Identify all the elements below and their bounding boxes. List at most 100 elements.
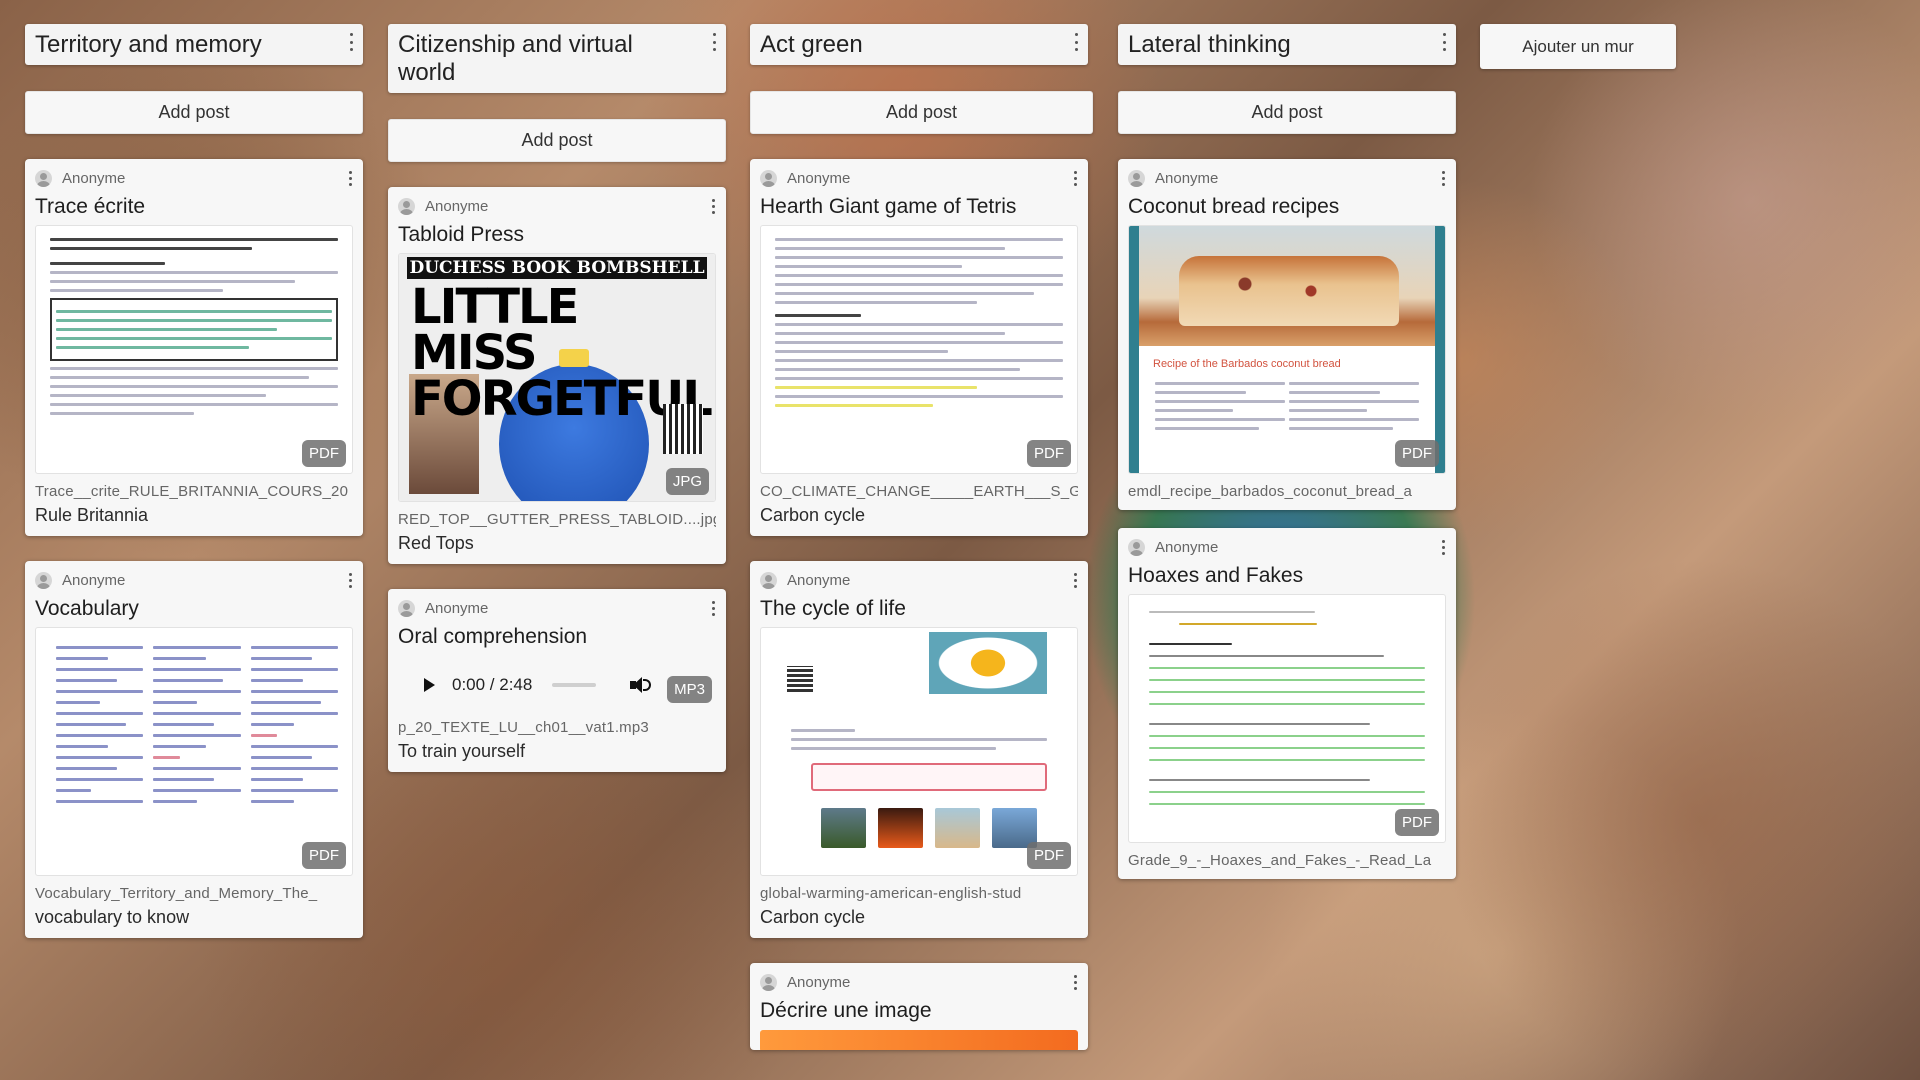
attachment-filename[interactable]: Grade_9_-_Hoaxes_and_Fakes_-_Read_La xyxy=(1128,852,1446,869)
pdf-preview[interactable]: PDF xyxy=(760,627,1078,876)
attachment-filename[interactable]: RED_TOP__GUTTER_PRESS_TABLOID....jpg xyxy=(398,511,716,528)
post-card[interactable]: Anonyme The cycle of life PDF global-war… xyxy=(750,561,1088,938)
column-title[interactable]: Lateral thinking xyxy=(1118,24,1456,65)
post-caption: Carbon cycle xyxy=(760,505,866,525)
post-author: Anonyme xyxy=(760,168,1078,188)
author-name: Anonyme xyxy=(787,169,851,187)
add-post-button[interactable]: Add post xyxy=(750,91,1093,134)
qr-code-icon xyxy=(663,404,703,454)
post-card[interactable]: Anonyme Coconut bread recipes Recipe of … xyxy=(1118,159,1456,510)
post-caption: To train yourself xyxy=(398,741,526,761)
avatar-icon xyxy=(760,169,777,187)
post-card[interactable]: Anonyme Hoaxes and Fakes PDF Grade_9_-_H… xyxy=(1118,528,1456,879)
pdf-preview[interactable]: PDF xyxy=(35,627,353,876)
audio-progress-slider[interactable] xyxy=(552,683,597,687)
post-menu-icon[interactable] xyxy=(1072,573,1078,588)
file-type-badge: PDF xyxy=(1395,440,1439,467)
attachment-filename[interactable]: emdl_recipe_barbados_coconut_bread_a xyxy=(1128,483,1446,500)
volume-icon[interactable] xyxy=(630,676,652,694)
post-author: Anonyme xyxy=(1128,168,1446,188)
avatar-icon xyxy=(1128,538,1145,556)
file-type-badge: PDF xyxy=(302,440,346,467)
column-menu-icon[interactable] xyxy=(1073,33,1079,51)
document-preview-image[interactable] xyxy=(760,1030,1078,1050)
document-preview-image xyxy=(56,638,338,867)
post-author: Anonyme xyxy=(398,196,716,216)
avatar-icon xyxy=(35,169,52,187)
padlet-board: Territory and memory Add post Anonyme Tr… xyxy=(0,0,1920,1080)
post-author: Anonyme xyxy=(1128,537,1446,557)
post-menu-icon[interactable] xyxy=(1072,975,1078,990)
pdf-preview[interactable]: Recipe of the Barbados coconut bread PDF xyxy=(1128,225,1446,474)
tabloid-big-headline: LITTLE MISS FORGETFUL xyxy=(411,279,713,427)
post-menu-icon[interactable] xyxy=(1440,540,1446,555)
post-card[interactable]: Anonyme Hearth Giant game of Tetris PDF … xyxy=(750,159,1088,536)
column-title[interactable]: Citizenship and virtual world xyxy=(388,24,726,93)
post-card[interactable]: Anonyme Décrire une image xyxy=(750,963,1088,1050)
file-type-badge: PDF xyxy=(1027,440,1071,467)
column-menu-icon[interactable] xyxy=(1441,33,1447,51)
column-title-text: Territory and memory xyxy=(35,31,262,58)
column-lateral-thinking: Lateral thinking Add post Anonyme Coconu… xyxy=(1118,24,1456,879)
post-menu-icon[interactable] xyxy=(710,199,716,214)
column-title[interactable]: Territory and memory xyxy=(25,24,363,65)
tabloid-cover-image: DUCHESS BOOK BOMBSHELL LITTLE MISS FORGE… xyxy=(399,254,715,501)
file-type-badge: PDF xyxy=(302,842,346,869)
post-card[interactable]: Anonyme Oral comprehension 0:00 / 2:48 M… xyxy=(388,589,726,772)
post-author: Anonyme xyxy=(398,598,716,618)
post-menu-icon[interactable] xyxy=(1072,171,1078,186)
post-card[interactable]: Anonyme Trace écrite PDF Trace__crite_RU… xyxy=(25,159,363,536)
post-card[interactable]: Anonyme Tabloid Press DUCHESS BOOK BOMBS… xyxy=(388,187,726,564)
audio-player[interactable]: 0:00 / 2:48 MP3 xyxy=(398,660,716,710)
file-type-badge: MP3 xyxy=(667,676,712,703)
post-title: The cycle of life xyxy=(760,597,906,620)
attachment-filename[interactable]: global-warming-american-english-stud xyxy=(760,885,1078,902)
attachment-filename[interactable]: Trace__crite_RULE_BRITANNIA_COURS_20 xyxy=(35,483,353,500)
post-author: Anonyme xyxy=(35,168,353,188)
bread-photo xyxy=(1139,226,1435,346)
avatar-icon xyxy=(35,571,52,589)
column-menu-icon[interactable] xyxy=(711,33,717,51)
post-menu-icon[interactable] xyxy=(347,573,353,588)
image-preview[interactable]: DUCHESS BOOK BOMBSHELL LITTLE MISS FORGE… xyxy=(398,253,716,502)
avatar-icon xyxy=(760,973,777,991)
column-menu-icon[interactable] xyxy=(348,33,354,51)
attachment-filename[interactable]: Vocabulary_Territory_and_Memory_The_ xyxy=(35,885,353,902)
avatar-icon xyxy=(760,571,777,589)
avatar-icon xyxy=(1128,169,1145,187)
pdf-preview[interactable]: PDF xyxy=(35,225,353,474)
column-title-text: Act green xyxy=(760,31,863,58)
column-citizenship-and-virtual-world: Citizenship and virtual world Add post A… xyxy=(388,24,726,772)
post-menu-icon[interactable] xyxy=(347,171,353,186)
author-name: Anonyme xyxy=(787,973,851,991)
play-icon[interactable] xyxy=(424,678,435,692)
column-territory-and-memory: Territory and memory Add post Anonyme Tr… xyxy=(25,24,363,938)
post-card[interactable]: Anonyme Vocabulary PDF Vocabulary_Territ… xyxy=(25,561,363,938)
add-post-button[interactable]: Add post xyxy=(25,91,363,134)
attachment-filename[interactable]: p_20_TEXTE_LU__ch01__vat1.mp3 xyxy=(398,719,716,736)
post-caption: Red Tops xyxy=(398,533,474,553)
add-post-button[interactable]: Add post xyxy=(388,119,726,162)
pdf-preview[interactable]: PDF xyxy=(760,225,1078,474)
post-title: Oral comprehension xyxy=(398,625,588,648)
author-name: Anonyme xyxy=(62,571,126,589)
post-caption: Rule Britannia xyxy=(35,505,149,525)
post-menu-icon[interactable] xyxy=(710,601,716,616)
recipe-title: Recipe of the Barbados coconut bread xyxy=(1153,358,1341,370)
attachment-filename[interactable]: CO_CLIMATE_CHANGE_____EARTH___S_GIA xyxy=(760,483,1078,500)
file-type-badge: JPG xyxy=(665,468,709,495)
author-name: Anonyme xyxy=(425,599,489,617)
add-post-button[interactable]: Add post xyxy=(1118,91,1456,134)
post-menu-icon[interactable] xyxy=(1440,171,1446,186)
post-author: Anonyme xyxy=(35,570,353,590)
author-name: Anonyme xyxy=(1155,169,1219,187)
add-wall-button[interactable]: Ajouter un mur xyxy=(1480,24,1676,69)
document-preview-image xyxy=(761,628,1077,875)
column-act-green: Act green Add post Anonyme Hearth Giant … xyxy=(750,24,1093,1050)
document-preview-image xyxy=(1149,601,1425,836)
post-title: Hoaxes and Fakes xyxy=(1128,564,1304,587)
pdf-preview[interactable]: PDF xyxy=(1128,594,1446,843)
column-title[interactable]: Act green xyxy=(750,24,1088,65)
post-title: Hearth Giant game of Tetris xyxy=(760,195,1017,218)
post-title: Décrire une image xyxy=(760,999,932,1022)
